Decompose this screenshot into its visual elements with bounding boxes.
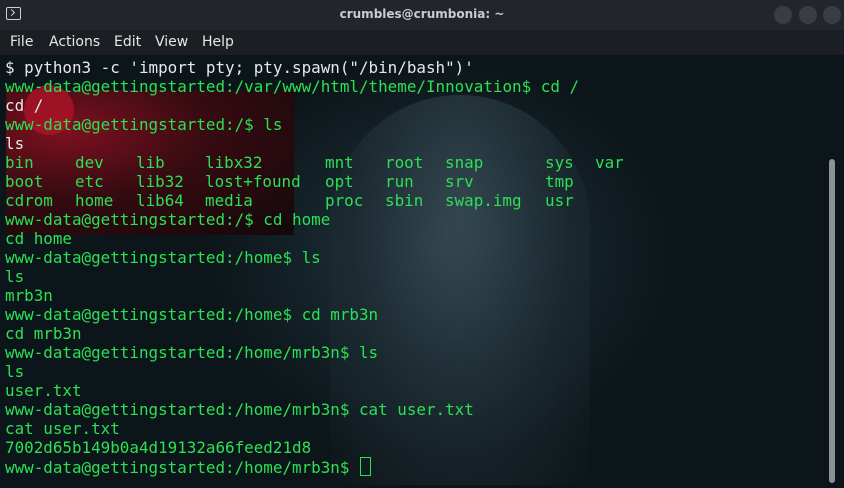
ls-entry: sys	[545, 153, 574, 172]
menu-help[interactable]: Help	[202, 34, 234, 50]
terminal-line: mrb3n	[5, 286, 53, 305]
menu-edit[interactable]: Edit	[114, 34, 141, 50]
scrollbar[interactable]	[829, 159, 835, 483]
ls-entry: media	[205, 191, 253, 210]
terminal-window: crumbles@crumbonia: ~ File Actions Edit …	[0, 0, 844, 488]
terminal-line: ls	[5, 267, 25, 286]
terminal-prompt-line[interactable]: www-data@gettingstarted:/home/mrb3n$	[5, 457, 579, 477]
minimize-button[interactable]	[774, 6, 792, 24]
ls-entry: lib	[136, 153, 165, 172]
terminal-line: www-data@gettingstarted:/var/www/html/th…	[5, 77, 580, 96]
terminal-line: cd /	[5, 96, 44, 115]
ls-entry: sbin	[385, 191, 424, 210]
terminal-line: $ python3 -c 'import pty; pty.spawn("/bi…	[5, 58, 474, 77]
ls-entry: srv	[445, 172, 474, 191]
terminal-output[interactable]: $ python3 -c 'import pty; pty.spawn("/bi…	[0, 55, 844, 488]
ls-entry: bin	[5, 153, 34, 172]
terminal-line: www-data@gettingstarted:/home/mrb3n$ ls	[5, 343, 379, 362]
terminal-line: user.txt	[5, 381, 82, 400]
terminal-line: cd mrb3n	[5, 324, 82, 343]
terminal-line: cat user.txt	[5, 419, 120, 438]
terminal-line: www-data@gettingstarted:/home/mrb3n$ cat…	[5, 400, 474, 419]
text-cursor	[359, 457, 371, 476]
menu-view[interactable]: View	[155, 34, 188, 50]
terminal-line: ls	[5, 362, 25, 381]
terminal-line: www-data@gettingstarted:/home$ cd mrb3n	[5, 305, 379, 324]
ls-entry: etc	[75, 172, 104, 191]
menu-bar: File Actions Edit View Help	[0, 30, 844, 55]
terminal-lines: $ python3 -c 'import pty; pty.spawn("/bi…	[5, 58, 624, 477]
maximize-button[interactable]	[799, 6, 817, 24]
ls-entry: mnt	[325, 153, 354, 172]
ls-entry: cdrom	[5, 191, 53, 210]
terminal-line: 7002d65b149b0a4d19132a66feed21d8	[5, 438, 312, 457]
ls-entry: run	[385, 172, 414, 191]
ls-entry: proc	[325, 191, 364, 210]
ls-entry: lib64	[136, 191, 184, 210]
terminal-line: www-data@gettingstarted:/home$ ls	[5, 248, 321, 267]
close-button[interactable]	[823, 6, 841, 24]
ls-entry: opt	[325, 172, 354, 191]
ls-entry: var	[595, 153, 624, 172]
ls-entry: home	[75, 191, 114, 210]
menu-actions[interactable]: Actions	[49, 34, 100, 50]
ls-entry: dev	[75, 153, 104, 172]
ls-entry: root	[385, 153, 424, 172]
menu-file[interactable]: File	[10, 34, 33, 50]
ls-entry: lib32	[136, 172, 184, 191]
window-title: crumbles@crumbonia: ~	[339, 7, 505, 21]
ls-entry: tmp	[545, 172, 574, 191]
ls-entry: usr	[545, 191, 574, 210]
terminal-line: www-data@gettingstarted:/$ cd home	[5, 210, 331, 229]
ls-entry: boot	[5, 172, 44, 191]
terminal-line: www-data@gettingstarted:/$ ls	[5, 115, 283, 134]
title-bar[interactable]: crumbles@crumbonia: ~	[0, 0, 844, 30]
terminal-line: ls	[5, 134, 25, 153]
ls-entry: lost+found	[205, 172, 301, 191]
ls-row: cdrom home lib64 media proc sbin swap.im…	[5, 191, 579, 210]
terminal-prompt: www-data@gettingstarted:/home/mrb3n$	[5, 458, 359, 477]
ls-row: bin dev lib libx32 mnt root snap sys var	[5, 153, 624, 172]
ls-entry: swap.img	[445, 191, 522, 210]
ls-row: boot etc lib32 lost+found opt run srv tm…	[5, 172, 579, 191]
ls-entry: libx32	[205, 153, 263, 172]
terminal-line: cd home	[5, 229, 72, 248]
ls-entry: snap	[445, 153, 484, 172]
